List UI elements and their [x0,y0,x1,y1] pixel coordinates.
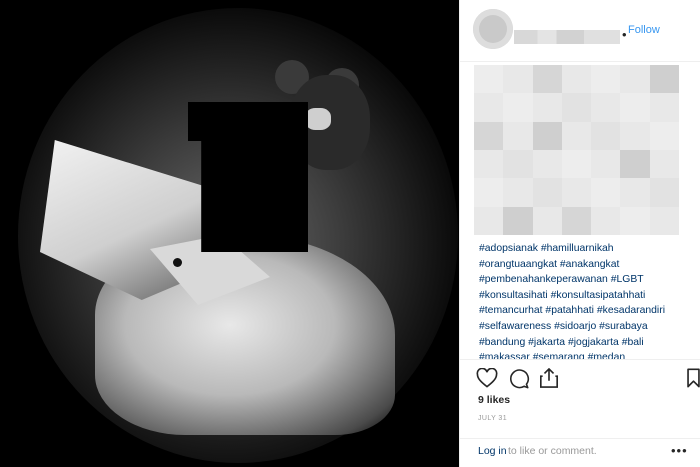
post-caption: #adopsianak #hamilluarnikah #orangtuaang… [460,63,700,359]
avatar[interactable] [473,9,513,49]
header-separator: • [622,27,627,42]
hashtag-line[interactable]: #adopsianak #hamilluarnikah [479,241,694,257]
hashtag-line[interactable]: #temancurhat #patahhati #kesadarandiri [479,303,694,319]
post-date: JULY 31 [478,415,508,422]
comment-bar: Log in to like or comment. ••• [460,438,700,467]
teddy-bear-muzzle [305,108,331,130]
login-link[interactable]: Log in [478,445,507,457]
follow-button[interactable]: Follow [628,24,660,36]
shirt-button [173,258,182,267]
action-bar: 9 likes JULY 31 [460,359,700,449]
more-icon[interactable]: ••• [671,443,688,458]
post-photo[interactable] [0,0,459,467]
save-icon[interactable] [686,368,700,393]
share-icon[interactable] [539,367,559,394]
post-header: • Follow [460,0,700,62]
heart-icon[interactable] [476,367,498,393]
hashtag-line[interactable]: #bandung #jakarta #jogjakarta #bali [479,335,694,351]
comment-prompt: to like or comment. [508,445,597,457]
username-blurred[interactable] [514,30,620,44]
post-side-panel: • Follow #adopsianak #hamilluarnikah #or… [459,0,700,467]
hashtag-line[interactable]: #konsultasihati #konsultasipatahhati [479,288,694,304]
hashtag-line[interactable]: #orangtuaangkat #anakangkat [479,257,694,273]
like-count[interactable]: 9 likes [478,394,510,406]
censor-block [188,102,308,252]
hashtag-line[interactable]: #makassar #semarang #medan [479,350,694,359]
hashtag-line[interactable]: #pembenahankeperawanan #LGBT [479,272,694,288]
hashtag-list: #adopsianak #hamilluarnikah #orangtuaang… [479,241,694,359]
hashtag-line[interactable]: #selfawareness #sidoarjo #surabaya [479,319,694,335]
caption-blurred [474,65,679,235]
comment-icon[interactable] [508,368,530,394]
